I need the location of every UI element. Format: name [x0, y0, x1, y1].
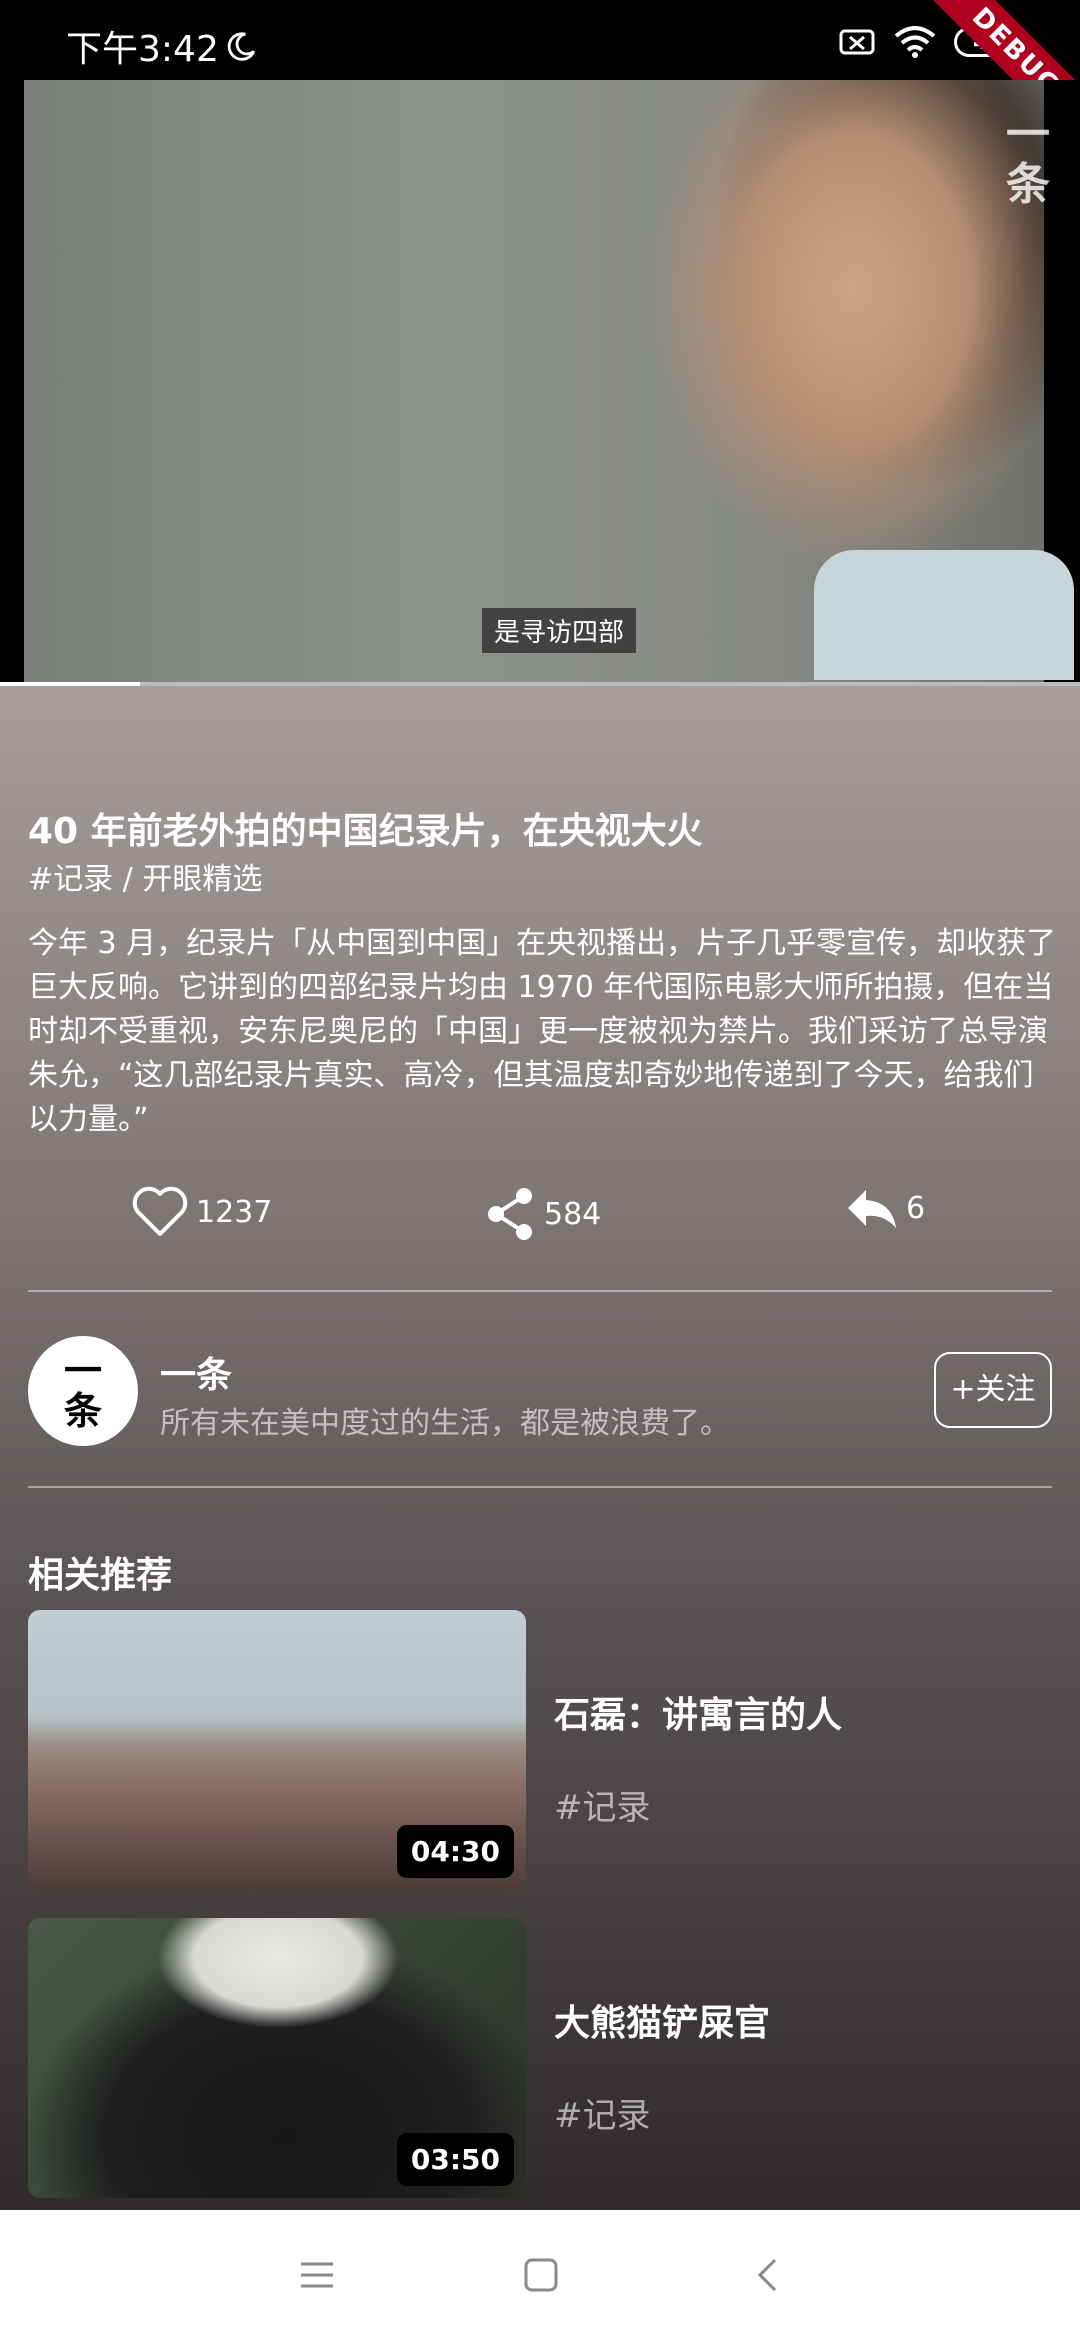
status-time: 下午3:42: [66, 29, 219, 70]
video-player[interactable]: 一 条 是寻访四部: [0, 80, 1080, 686]
divider: [28, 1486, 1052, 1488]
article-description: 今年 3 月，纪录片「从中国到中国」在央视播出，片子几乎零宣传，却收获了巨大反响…: [28, 926, 1057, 1137]
wifi-icon: [894, 26, 936, 58]
video-duration: 03:50: [396, 2133, 514, 2186]
content-area: 40 年前老外拍的中国纪录片，在央视大火 #记录 / 开眼精选 今年 3 月，纪…: [0, 686, 1080, 2210]
video-watermark: 一 条: [1004, 110, 1052, 210]
author-name[interactable]: 一条: [160, 1346, 232, 1398]
menu-icon: [301, 2262, 333, 2288]
system-navigation-bar: [0, 2210, 1080, 2340]
follow-button[interactable]: +关注: [934, 1352, 1052, 1428]
menu-button[interactable]: [290, 2248, 344, 2302]
heart-icon: [132, 1186, 188, 1236]
video-subtitle: 是寻访四部: [482, 608, 637, 653]
related-tag[interactable]: #记录: [554, 2088, 651, 2137]
share-icon: [488, 1188, 532, 1240]
notification-muted-icon: [839, 29, 875, 55]
moon-icon: [227, 32, 256, 61]
avatar-char-2: 条: [63, 1389, 102, 1433]
watermark-char-2: 条: [1006, 159, 1050, 210]
like-button[interactable]: 1237: [132, 1186, 272, 1238]
share-count: 584: [544, 1196, 602, 1232]
back-icon: [757, 2258, 777, 2292]
divider: [28, 1290, 1052, 1292]
related-item[interactable]: 03:50 大熊猫铲屎官 #记录: [28, 1918, 1058, 2198]
related-section-title: 相关推荐: [28, 1555, 173, 1596]
related-thumbnail[interactable]: 04:30: [28, 1610, 526, 1890]
related-title[interactable]: 大熊猫铲屎官: [554, 1994, 770, 2046]
author-avatar[interactable]: 一 条: [28, 1336, 138, 1446]
reply-icon: [848, 1190, 896, 1228]
related-thumbnail[interactable]: 03:50: [28, 1918, 526, 2198]
video-duration: 04:30: [396, 1825, 514, 1878]
related-title[interactable]: 石磊：讲寓言的人: [554, 1686, 842, 1738]
related-item[interactable]: 04:30 石磊：讲寓言的人 #记录: [28, 1610, 1058, 1890]
article-title: 40 年前老外拍的中国纪录片，在央视大火: [28, 811, 703, 852]
back-button[interactable]: [740, 2248, 794, 2302]
home-icon: [524, 2258, 558, 2292]
avatar-char-1: 一: [63, 1349, 102, 1393]
reply-button[interactable]: 6: [846, 1186, 925, 1230]
status-bar: 下午3:42 44 DEBUG: [0, 0, 1080, 153]
article-tags[interactable]: #记录 / 开眼精选: [28, 854, 262, 898]
like-count: 1237: [196, 1194, 273, 1230]
home-button[interactable]: [514, 2248, 568, 2302]
video-frame-detail: [814, 550, 1074, 680]
reply-count: 6: [906, 1190, 926, 1226]
watermark-char-1: 一: [1006, 109, 1050, 160]
share-button[interactable]: 584: [484, 1186, 601, 1242]
video-frame[interactable]: 一 条 是寻访四部: [24, 80, 1074, 682]
action-bar: 1237 584 6: [0, 1186, 1080, 1256]
related-tag[interactable]: #记录: [554, 1780, 651, 1829]
author-bio: 所有未在美中度过的生活，都是被浪费了。: [160, 1406, 730, 1441]
